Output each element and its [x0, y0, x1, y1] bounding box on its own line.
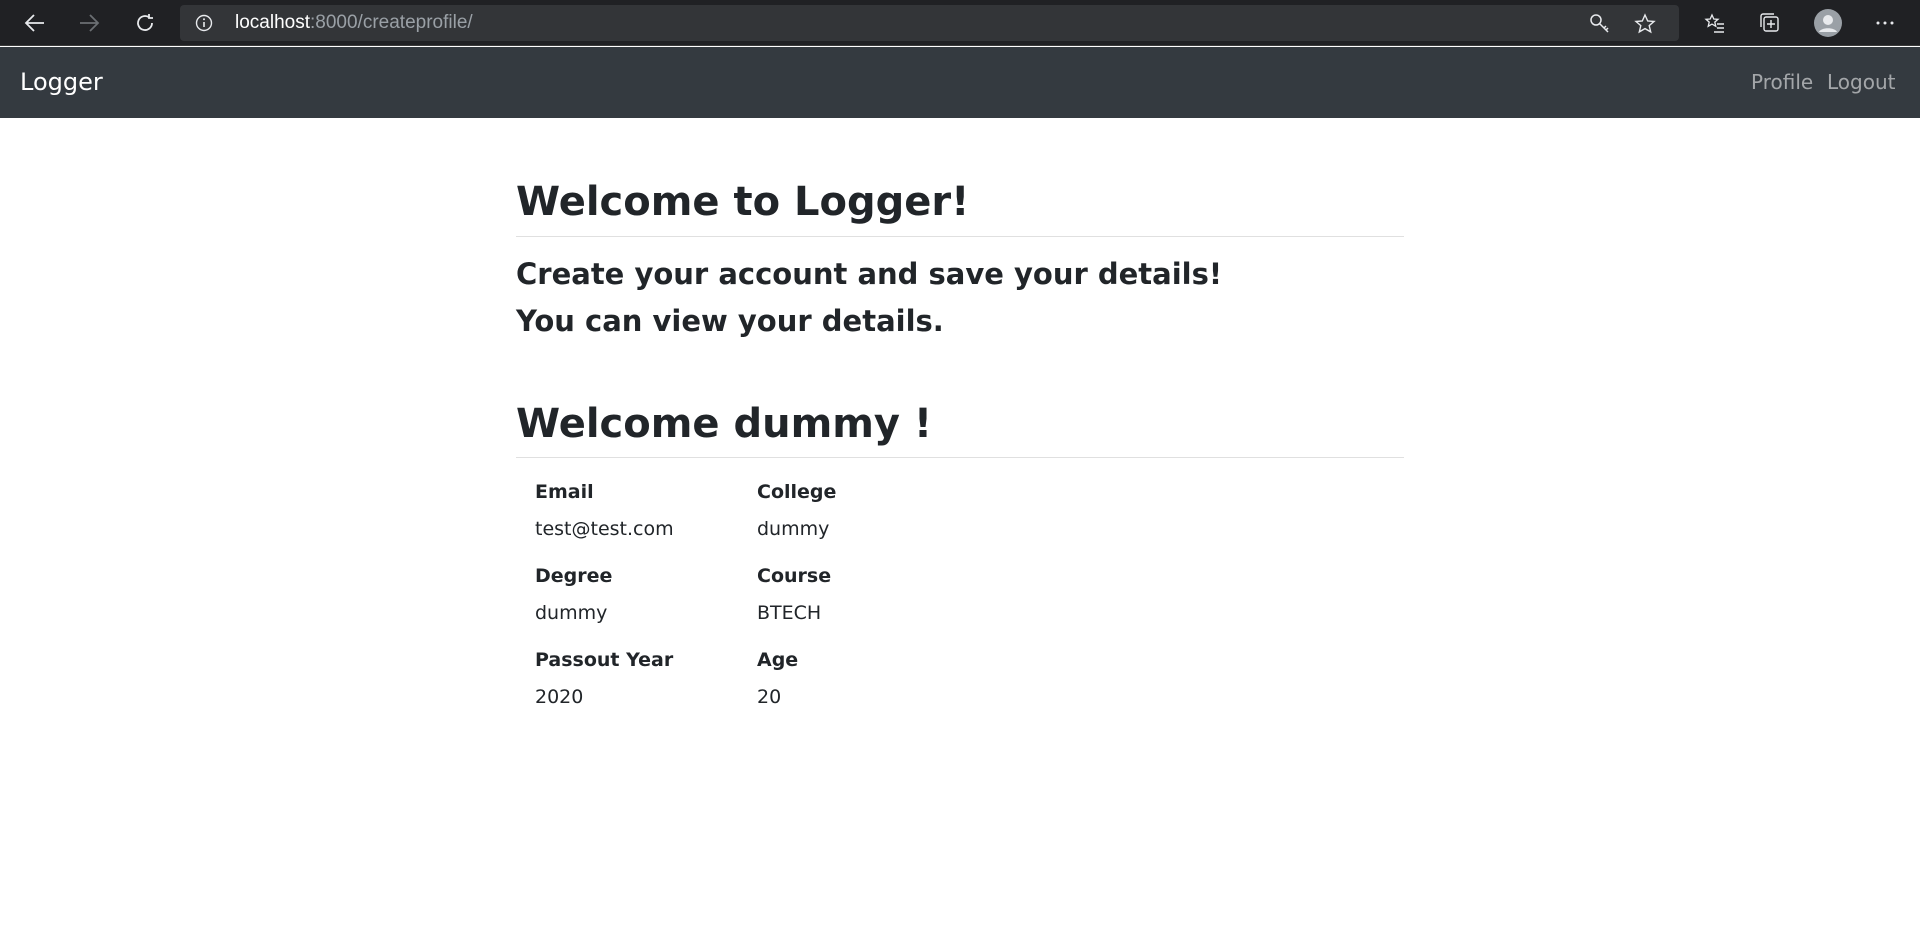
key-icon[interactable] — [1589, 13, 1611, 39]
back-icon[interactable] — [19, 7, 51, 39]
course-value: BTECH — [757, 602, 822, 624]
url-path: :8000/createprofile/ — [310, 12, 473, 33]
course-label: Course — [757, 565, 832, 587]
favorites-list-icon[interactable] — [1699, 7, 1731, 39]
address-bar[interactable]: localhost:8000/createprofile/ — [180, 5, 1679, 41]
nav-link-profile[interactable]: Profile — [1751, 47, 1813, 118]
degree-value: dummy — [535, 602, 608, 624]
more-options-icon[interactable] — [1869, 7, 1901, 39]
refresh-icon[interactable] — [129, 7, 161, 39]
favorite-star-icon[interactable] — [1634, 13, 1656, 39]
forward-icon[interactable] — [73, 7, 105, 39]
college-label: College — [757, 481, 837, 503]
page-title: Welcome to Logger! — [516, 179, 970, 225]
url-host: localhost — [235, 12, 310, 33]
welcome-divider — [516, 457, 1404, 458]
lead-line-1: Create your account and save your detail… — [516, 257, 1223, 291]
title-divider — [516, 236, 1404, 237]
email-label: Email — [535, 481, 594, 503]
email-value: test@test.com — [535, 518, 674, 540]
profile-avatar-icon[interactable] — [1812, 7, 1844, 39]
collections-icon[interactable] — [1754, 7, 1786, 39]
navbar-brand[interactable]: Logger — [20, 47, 103, 118]
welcome-heading: Welcome dummy ! — [516, 401, 933, 447]
passout-year-label: Passout Year — [535, 649, 674, 671]
lead-line-2: You can view your details. — [516, 304, 944, 338]
college-value: dummy — [757, 518, 830, 540]
site-info-icon[interactable] — [195, 14, 213, 36]
nav-link-logout[interactable]: Logout — [1827, 47, 1895, 118]
app-navbar: Logger Profile Logout — [0, 47, 1920, 118]
degree-label: Degree — [535, 565, 613, 587]
passout-year-value: 2020 — [535, 686, 584, 708]
browser-toolbar: localhost:8000/createprofile/ — [0, 0, 1920, 46]
age-label: Age — [757, 649, 799, 671]
url-text[interactable]: localhost:8000/createprofile/ — [235, 5, 473, 41]
age-value: 20 — [757, 686, 782, 708]
